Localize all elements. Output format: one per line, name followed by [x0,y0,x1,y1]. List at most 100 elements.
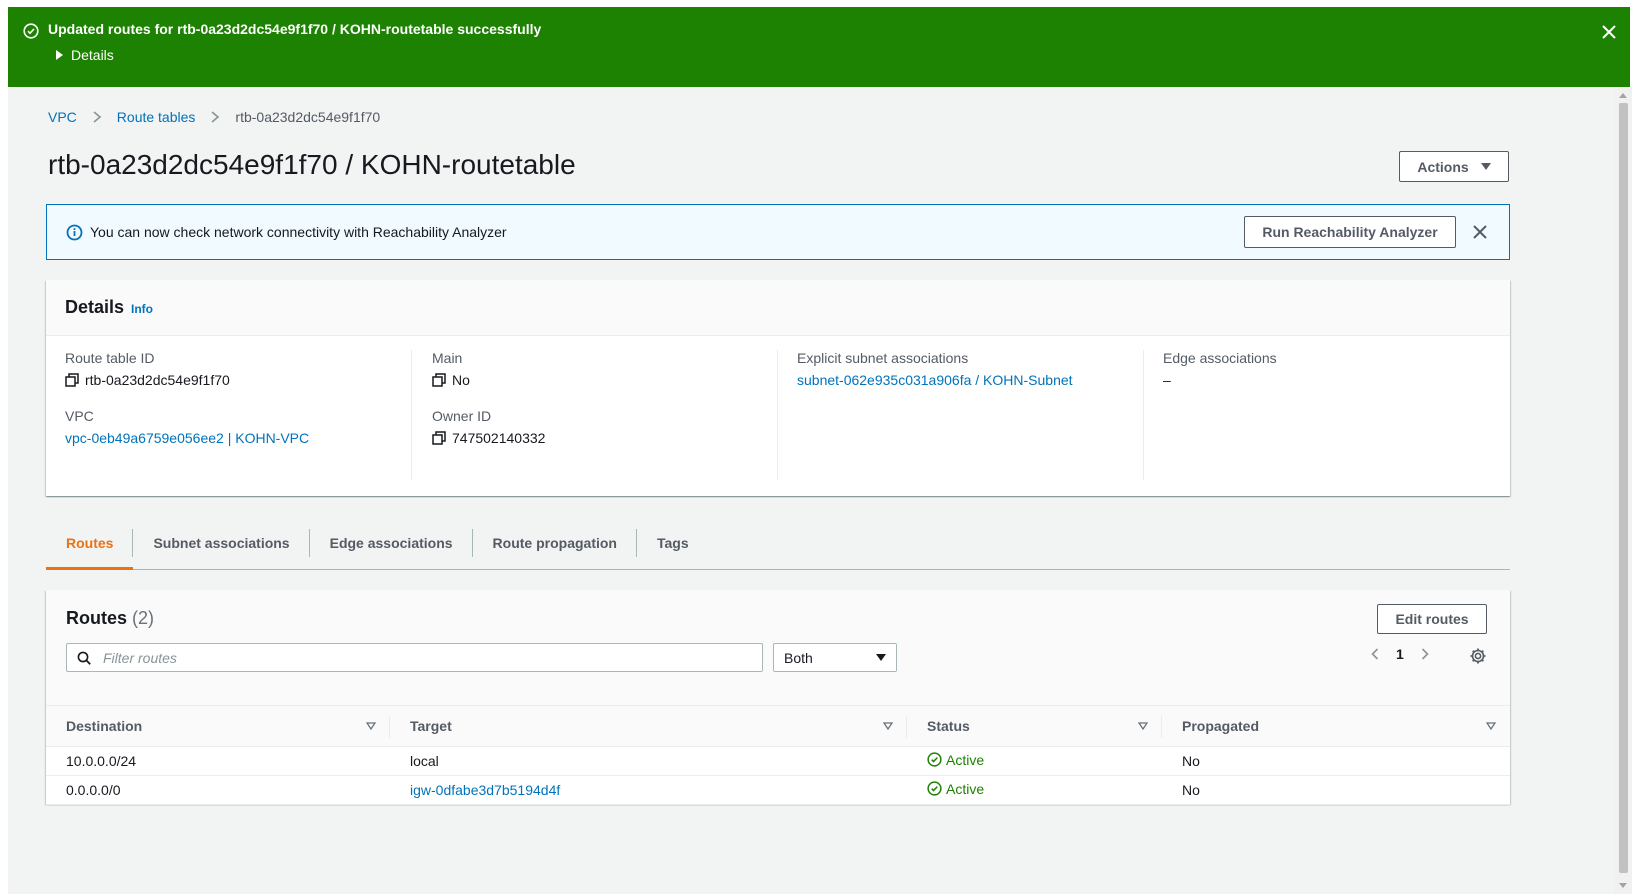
breadcrumb: VPC Route tables rtb-0a23d2dc54e9f1f70 [48,109,380,125]
main-label: Main [432,350,463,366]
info-icon [66,224,83,241]
close-icon[interactable] [1600,23,1618,41]
tab-label: Routes [66,535,114,551]
search-icon [77,651,91,665]
column-header-label: Propagated [1182,718,1260,734]
chevron-right-icon[interactable] [1418,647,1432,661]
scroll-up-icon[interactable] [1619,93,1627,98]
routes-panel: Routes (2) Edit routes Both 1 [46,590,1510,805]
check-circle-icon [927,781,942,796]
reachability-info-alert: You can now check network connectivity w… [46,204,1510,260]
copy-icon[interactable] [432,373,446,387]
column-header-propagated[interactable]: Propagated [1162,705,1510,747]
filter-routes-field[interactable] [66,643,763,672]
breadcrumb-route-tables[interactable]: Route tables [117,109,196,125]
chevron-right-icon [211,111,220,123]
column-header-label: Destination [66,718,143,734]
cell-destination: 10.0.0.0/24 [46,746,390,776]
breadcrumb-vpc[interactable]: VPC [48,109,77,125]
routes-table: Destination Target Status Propagated 10.… [46,705,1510,805]
tab-tags[interactable]: Tags [637,517,709,569]
cell-propagated: No [1162,775,1510,805]
copy-icon[interactable] [65,373,79,387]
run-reachability-analyzer-button[interactable]: Run Reachability Analyzer [1244,216,1456,248]
main-text: No [452,372,470,388]
breadcrumb-current: rtb-0a23d2dc54e9f1f70 [235,109,381,125]
route-table-id-value: rtb-0a23d2dc54e9f1f70 [65,372,411,388]
actions-button[interactable]: Actions [1399,151,1509,182]
owner-id-label: Owner ID [432,408,492,424]
actions-label: Actions [1417,158,1469,175]
owner-id-text: 747502140332 [452,430,546,446]
vpc-link[interactable]: vpc-0eb49a6759e056ee2 | KOHN-VPC [65,430,309,446]
cell-target: igw-0dfabe3d7b5194d4f [390,775,907,805]
cell-propagated: No [1162,746,1510,776]
route-table-id-text: rtb-0a23d2dc54e9f1f70 [85,372,230,388]
edge-associations-label: Edge associations [1163,350,1277,366]
sort-icon [366,722,376,730]
chevron-right-icon [93,111,102,123]
propagation-filter-select[interactable]: Both [773,643,897,672]
caret-right-icon [56,50,63,60]
cell-status: Active [907,746,1162,776]
main-value: No [432,372,777,388]
close-icon[interactable] [1471,223,1489,241]
status-text: Active [946,751,985,768]
caret-down-icon [1480,163,1491,170]
tab-label: Route propagation [492,535,617,551]
route-table-id-label: Route table ID [65,350,155,366]
details-column-3: Explicit subnet associations subnet-062e… [777,350,1143,480]
routes-title: Routes [66,608,128,628]
column-header-label: Status [927,718,970,734]
caret-down-icon [876,654,886,661]
column-header-target[interactable]: Target [390,705,907,747]
page-title: rtb-0a23d2dc54e9f1f70 / KOHN-routetable [48,149,576,180]
tab-edge-associations[interactable]: Edge associations [310,517,473,569]
vpc-label: VPC [65,408,94,424]
details-heading: Details [65,297,125,317]
igw-link[interactable]: igw-0dfabe3d7b5194d4f [410,782,560,798]
filter-routes-input[interactable] [101,648,701,667]
edge-associations-value: – [1163,372,1171,388]
table-row[interactable]: 10.0.0.0/24 local Active No [46,746,1510,776]
flash-details-toggle[interactable]: Details [56,47,114,63]
table-row[interactable]: 0.0.0.0/0 igw-0dfabe3d7b5194d4f Active N… [46,775,1510,805]
cell-status: Active [907,775,1162,805]
sort-icon [1486,722,1496,730]
status-active: Active [927,781,984,797]
scroll-down-icon[interactable] [1619,883,1627,888]
info-link[interactable]: Info [131,302,153,316]
cell-target: local [390,746,907,776]
tab-bar: Routes Subnet associations Edge associat… [46,517,1510,570]
page-number[interactable]: 1 [1396,646,1404,662]
tab-routes[interactable]: Routes [46,517,134,570]
flash-message: Updated routes for rtb-0a23d2dc54e9f1f70… [48,21,542,37]
details-column-1: Route table ID rtb-0a23d2dc54e9f1f70 VPC… [65,350,411,480]
check-circle-icon [927,752,942,767]
tab-label: Tags [656,535,689,551]
column-header-destination[interactable]: Destination [46,705,390,747]
select-value: Both [784,649,813,666]
check-circle-icon [23,23,39,39]
details-panel: Details Info Route table ID rtb-0a23d2dc… [46,280,1510,496]
flash-details-label: Details [71,47,114,63]
sort-icon [1138,722,1148,730]
gear-icon[interactable] [1469,647,1487,665]
routes-heading: Routes (2) [66,608,154,629]
status-active: Active [927,752,984,768]
subnet-link[interactable]: subnet-062e935c031a906fa / KOHN-Subnet [797,372,1073,388]
tab-route-propagation[interactable]: Route propagation [473,517,637,569]
routes-header: Routes (2) Edit routes Both 1 [46,590,1510,705]
column-header-label: Target [410,718,452,734]
pagination: 1 [1368,646,1432,662]
edit-routes-button[interactable]: Edit routes [1377,604,1487,634]
details-header: Details Info [46,280,1510,336]
chevron-left-icon[interactable] [1368,647,1382,661]
copy-icon[interactable] [432,431,446,445]
column-header-status[interactable]: Status [907,705,1162,747]
main-content: VPC Route tables rtb-0a23d2dc54e9f1f70 r… [8,87,1614,894]
scroll-thumb[interactable] [1619,103,1628,873]
cell-destination: 0.0.0.0/0 [46,775,390,805]
tab-subnet-associations[interactable]: Subnet associations [133,517,310,569]
page-scrollbar[interactable] [1614,87,1632,894]
